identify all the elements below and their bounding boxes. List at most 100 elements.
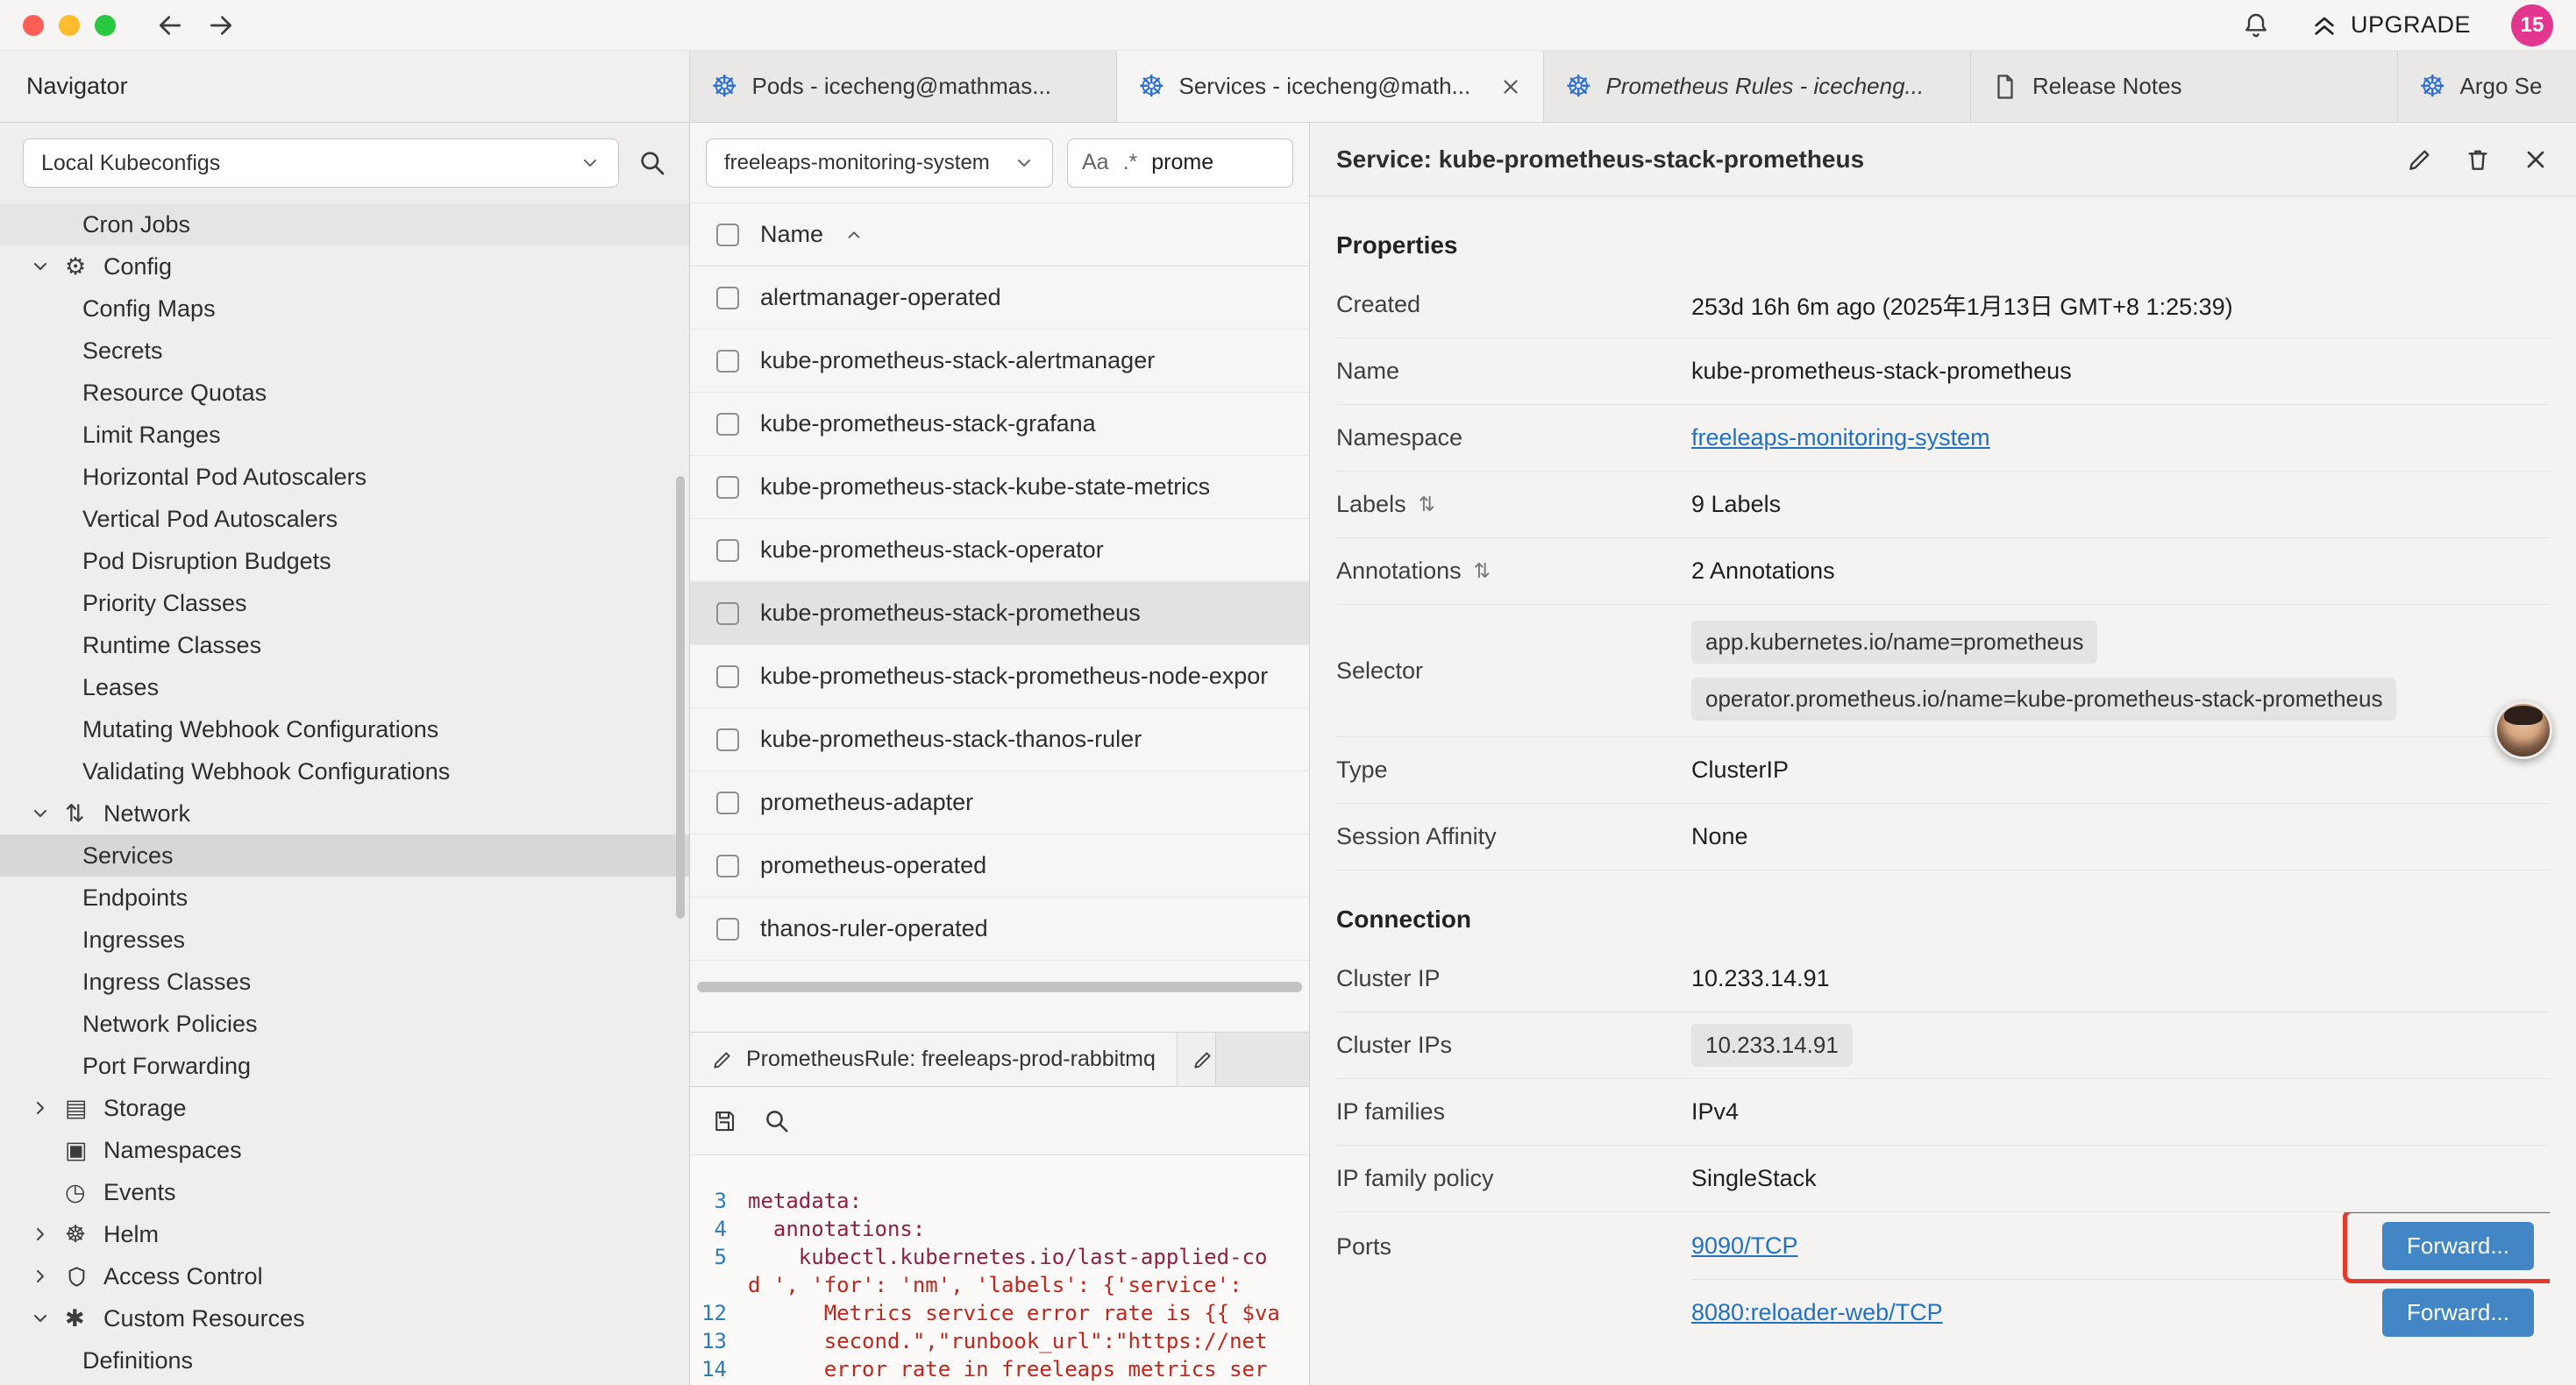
table-row-prometheus-adapter[interactable]: prometheus-adapter bbox=[690, 771, 1309, 835]
table-row-kube-prometheus-stack-grafana[interactable]: kube-prometheus-stack-grafana bbox=[690, 393, 1309, 456]
chevron-right-icon[interactable] bbox=[30, 1097, 65, 1119]
table-row-kube-prometheus-stack-operator[interactable]: kube-prometheus-stack-operator bbox=[690, 519, 1309, 582]
sidebar-item-helm[interactable]: ☸Helm bbox=[0, 1213, 689, 1255]
property-row-session-affinity: Session AffinityNone bbox=[1336, 804, 2550, 870]
forward-button[interactable] bbox=[205, 10, 237, 41]
chevron-right-icon[interactable] bbox=[30, 1266, 65, 1287]
sidebar-item-leases[interactable]: Leases bbox=[0, 666, 689, 708]
dock-tab-prometheusrule-freeleaps-prod-rabbitmq[interactable]: PrometheusRule: freeleaps-prod-rabbitmq bbox=[690, 1033, 1178, 1086]
row-checkbox[interactable] bbox=[716, 539, 739, 562]
sidebar-scrollbar[interactable] bbox=[676, 476, 685, 919]
tab-pods-icecheng-mathmas[interactable]: ☸Pods - icecheng@mathmas... bbox=[690, 51, 1117, 122]
sidebar-item-mutating-webhook-configurations[interactable]: Mutating Webhook Configurations bbox=[0, 708, 689, 750]
sidebar-item-custom-resources[interactable]: ✱Custom Resources bbox=[0, 1297, 689, 1339]
sidebar-item-storage[interactable]: ▤Storage bbox=[0, 1087, 689, 1129]
table-row-kube-prometheus-stack-prometheus[interactable]: kube-prometheus-stack-prometheus bbox=[690, 582, 1309, 645]
sidebar-item-port-forwarding[interactable]: Port Forwarding bbox=[0, 1045, 689, 1087]
tab-services-icecheng-math[interactable]: ☸Services - icecheng@math... bbox=[1117, 51, 1544, 122]
expand-toggle-icon[interactable]: ⇅ bbox=[1419, 493, 1435, 516]
row-checkbox[interactable] bbox=[716, 602, 739, 625]
sidebar-item-validating-webhook-configurations[interactable]: Validating Webhook Configurations bbox=[0, 750, 689, 792]
namespace-link[interactable]: freeleaps-monitoring-system bbox=[1691, 424, 1990, 451]
upgrade-button[interactable]: UPGRADE bbox=[2310, 11, 2471, 39]
maximize-window-button[interactable] bbox=[95, 15, 116, 36]
row-checkbox[interactable] bbox=[716, 350, 739, 373]
table-row-kube-prometheus-stack-thanos-ruler[interactable]: kube-prometheus-stack-thanos-ruler bbox=[690, 708, 1309, 771]
clock-icon: ◷ bbox=[65, 1179, 103, 1206]
edit-icon[interactable] bbox=[2406, 146, 2434, 174]
table-row-kube-prometheus-stack-alertmanager[interactable]: kube-prometheus-stack-alertmanager bbox=[690, 330, 1309, 393]
table-row-prometheus-operated[interactable]: prometheus-operated bbox=[690, 835, 1309, 898]
forward-button[interactable]: Forward... bbox=[2382, 1222, 2534, 1270]
sidebar-item-namespaces[interactable]: ▣Namespaces bbox=[0, 1129, 689, 1171]
row-checkbox[interactable] bbox=[716, 476, 739, 499]
editor-search-icon[interactable] bbox=[764, 1108, 790, 1134]
sidebar-item-endpoints[interactable]: Endpoints bbox=[0, 877, 689, 919]
editor-line: 4 annotations: bbox=[690, 1215, 1309, 1243]
select-all-checkbox[interactable] bbox=[716, 224, 739, 246]
expand-toggle-icon[interactable]: ⇅ bbox=[1474, 559, 1491, 583]
yaml-editor[interactable]: 3metadata:4 annotations:5 kubectl.kubern… bbox=[690, 1155, 1309, 1385]
close-window-button[interactable] bbox=[23, 15, 44, 36]
row-checkbox[interactable] bbox=[716, 665, 739, 688]
delete-icon[interactable] bbox=[2464, 146, 2492, 174]
column-header-name[interactable]: Name bbox=[760, 221, 823, 248]
sidebar-item-pod-disruption-budgets[interactable]: Pod Disruption Budgets bbox=[0, 540, 689, 582]
chevron-down-icon[interactable] bbox=[30, 256, 65, 277]
sidebar-item-config[interactable]: ⚙Config bbox=[0, 245, 689, 288]
row-checkbox[interactable] bbox=[716, 855, 739, 877]
namespace-selector[interactable]: freeleaps-monitoring-system bbox=[706, 138, 1053, 188]
sidebar-item-priority-classes[interactable]: Priority Classes bbox=[0, 582, 689, 624]
sidebar-item-services[interactable]: Services bbox=[0, 835, 689, 877]
sidebar-item-runtime-classes[interactable]: Runtime Classes bbox=[0, 624, 689, 666]
tab-argo-se[interactable]: ☸Argo Se bbox=[2398, 51, 2576, 122]
kubeconfig-selector[interactable]: Local Kubeconfigs bbox=[23, 138, 619, 188]
details-body: Properties Created253d 16h 6m ago (2025年… bbox=[1310, 196, 2576, 1385]
notifications-bell-icon[interactable] bbox=[2242, 11, 2270, 39]
tab-prometheus-rules-icecheng[interactable]: ☸Prometheus Rules - icecheng... bbox=[1544, 51, 1971, 122]
table-row-kube-prometheus-stack-prometheus-node-expor[interactable]: kube-prometheus-stack-prometheus-node-ex… bbox=[690, 645, 1309, 708]
sidebar-item-ingress-classes[interactable]: Ingress Classes bbox=[0, 961, 689, 1003]
sidebar-item-resource-quotas[interactable]: Resource Quotas bbox=[0, 372, 689, 414]
minimize-window-button[interactable] bbox=[59, 15, 80, 36]
avatar[interactable] bbox=[2494, 701, 2552, 759]
tab-release-notes[interactable]: Release Notes bbox=[1971, 51, 2398, 122]
row-checkbox[interactable] bbox=[716, 287, 739, 309]
sidebar-item-cron-jobs[interactable]: Cron Jobs bbox=[0, 203, 689, 245]
notification-count-badge[interactable]: 15 bbox=[2511, 4, 2553, 46]
chevron-right-icon[interactable] bbox=[30, 1224, 65, 1245]
table-row-kube-prometheus-stack-kube-state-metrics[interactable]: kube-prometheus-stack-kube-state-metrics bbox=[690, 456, 1309, 519]
sidebar-item-horizontal-pod-autoscalers[interactable]: Horizontal Pod Autoscalers bbox=[0, 456, 689, 498]
sidebar-item-definitions[interactable]: Definitions bbox=[0, 1339, 689, 1381]
row-checkbox[interactable] bbox=[716, 918, 739, 941]
table-row-alertmanager-operated[interactable]: alertmanager-operated bbox=[690, 266, 1309, 330]
port-link-8080-reloader-web-tcp[interactable]: 8080:reloader-web/TCP bbox=[1691, 1299, 1943, 1326]
sidebar-item-network[interactable]: ⇅Network bbox=[0, 792, 689, 835]
close-details-icon[interactable] bbox=[2522, 146, 2550, 174]
sidebar-item-secrets[interactable]: Secrets bbox=[0, 330, 689, 372]
horizontal-scrollbar[interactable] bbox=[697, 982, 1302, 992]
save-icon[interactable] bbox=[711, 1108, 737, 1134]
sidebar-item-vertical-pod-autoscalers[interactable]: Vertical Pod Autoscalers bbox=[0, 498, 689, 540]
sidebar-item-events[interactable]: ◷Events bbox=[0, 1171, 689, 1213]
port-link-9090-tcp[interactable]: 9090/TCP bbox=[1691, 1232, 1798, 1260]
chevron-down-icon[interactable] bbox=[30, 1308, 65, 1329]
row-checkbox[interactable] bbox=[716, 792, 739, 814]
table-row-thanos-ruler-operated[interactable]: thanos-ruler-operated bbox=[690, 898, 1309, 961]
match-case-toggle[interactable]: Aa bbox=[1082, 150, 1109, 175]
back-button[interactable] bbox=[154, 10, 186, 41]
row-checkbox[interactable] bbox=[716, 413, 739, 436]
sidebar-item-limit-ranges[interactable]: Limit Ranges bbox=[0, 414, 689, 456]
sidebar-item-ingresses[interactable]: Ingresses bbox=[0, 919, 689, 961]
row-checkbox[interactable] bbox=[716, 728, 739, 751]
dock-tab-partial[interactable] bbox=[1178, 1033, 1216, 1086]
sidebar-search-icon[interactable] bbox=[638, 149, 666, 177]
forward-button[interactable]: Forward... bbox=[2382, 1289, 2534, 1337]
close-tab-icon[interactable] bbox=[1499, 75, 1522, 98]
sidebar-item-network-policies[interactable]: Network Policies bbox=[0, 1003, 689, 1045]
chevron-down-icon[interactable] bbox=[30, 803, 65, 824]
sidebar-item-access-control[interactable]: Access Control bbox=[0, 1255, 689, 1297]
sidebar-item-config-maps[interactable]: Config Maps bbox=[0, 288, 689, 330]
search-input[interactable]: Aa .* prome bbox=[1067, 138, 1293, 188]
regex-toggle[interactable]: .* bbox=[1123, 150, 1138, 175]
